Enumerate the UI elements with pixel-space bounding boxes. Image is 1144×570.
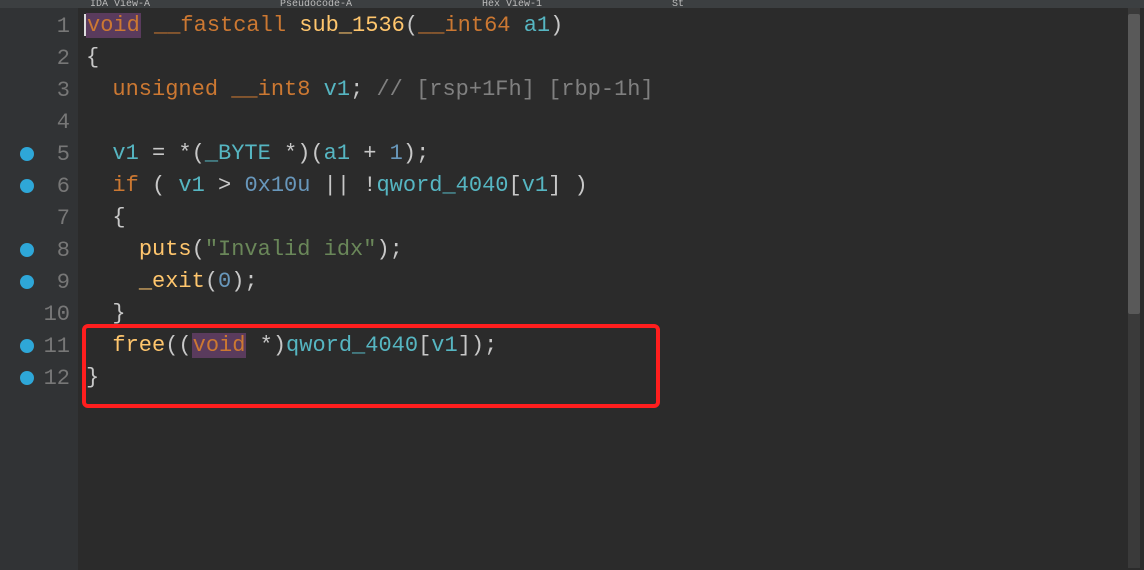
breakpoint-icon[interactable] <box>20 179 34 193</box>
breakpoint-icon[interactable] <box>20 275 34 289</box>
breakpoint-icon[interactable] <box>20 147 34 161</box>
code-line[interactable]: free((void *)qword_4040[v1]); <box>78 330 1144 362</box>
tab-ida-view[interactable]: IDA View-A <box>90 0 150 8</box>
code-line[interactable]: unsigned __int8 v1; // [rsp+1Fh] [rbp-1h… <box>78 74 1144 106</box>
code-line[interactable]: v1 = *(_BYTE *)(a1 + 1); <box>78 138 1144 170</box>
comment: // [rsp+1Fh] [rbp-1h] <box>376 77 653 102</box>
vertical-scrollbar[interactable] <box>1128 8 1140 568</box>
scrollbar-thumb[interactable] <box>1128 14 1140 314</box>
breakpoint-icon[interactable] <box>20 339 34 353</box>
line-number[interactable]: 9 <box>42 270 78 295</box>
tab-hex-view[interactable]: Hex View-1 <box>482 0 542 8</box>
code-line[interactable]: } <box>78 362 1144 394</box>
line-number[interactable]: 12 <box>42 366 78 391</box>
code-line[interactable]: puts("Invalid idx"); <box>78 234 1144 266</box>
code-line[interactable]: } <box>78 298 1144 330</box>
line-number[interactable]: 3 <box>42 78 78 103</box>
code-line[interactable] <box>78 106 1144 138</box>
function-name[interactable]: sub_1536 <box>299 13 405 38</box>
tab-pseudocode[interactable]: Pseudocode-A <box>280 0 352 8</box>
code-area[interactable]: void __fastcall sub_1536(__int64 a1) { u… <box>78 8 1144 570</box>
code-line[interactable]: void __fastcall sub_1536(__int64 a1) <box>78 10 1144 42</box>
keyword-void: void <box>192 333 247 358</box>
tab-structures[interactable]: St <box>672 0 684 8</box>
code-line[interactable]: if ( v1 > 0x10u || !qword_4040[v1] ) <box>78 170 1144 202</box>
code-line[interactable]: { <box>78 42 1144 74</box>
breakpoint-icon[interactable] <box>20 371 34 385</box>
line-number[interactable]: 6 <box>42 174 78 199</box>
line-number[interactable]: 2 <box>42 46 78 71</box>
line-number[interactable]: 5 <box>42 142 78 167</box>
code-line[interactable]: { <box>78 202 1144 234</box>
line-number[interactable]: 4 <box>42 110 78 135</box>
line-number[interactable]: 7 <box>42 206 78 231</box>
gutter: 1 2 3 4 5 6 7 8 9 10 11 12 <box>0 8 78 570</box>
tab-bar: IDA View-A Pseudocode-A Hex View-1 St <box>0 0 1144 8</box>
line-number[interactable]: 1 <box>42 14 78 39</box>
breakpoint-icon[interactable] <box>20 243 34 257</box>
editor: 1 2 3 4 5 6 7 8 9 10 11 12 void __fastca… <box>0 8 1144 570</box>
keyword-void: void <box>86 13 141 38</box>
code-line[interactable]: _exit(0); <box>78 266 1144 298</box>
line-number[interactable]: 10 <box>42 302 78 327</box>
line-number[interactable]: 8 <box>42 238 78 263</box>
string-literal: "Invalid idx" <box>205 237 377 262</box>
line-number[interactable]: 11 <box>42 334 78 359</box>
